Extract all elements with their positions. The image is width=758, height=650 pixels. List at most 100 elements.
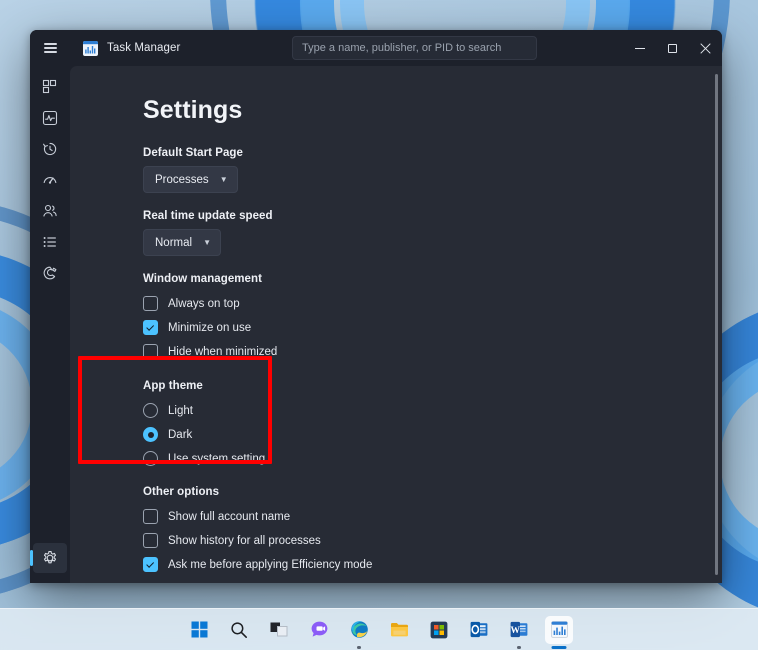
checkbox-show-history-all-processes[interactable]: Show history for all processes bbox=[143, 529, 722, 552]
checkbox-label: Show full account name bbox=[168, 511, 290, 523]
section-other-options: Other options Show full account name Sho… bbox=[143, 486, 722, 576]
page-title: Settings bbox=[143, 96, 722, 125]
task-manager-icon bbox=[551, 621, 568, 638]
radio-label: Light bbox=[168, 405, 193, 417]
close-icon bbox=[700, 43, 711, 54]
radio-theme-system[interactable]: Use system setting bbox=[143, 447, 722, 470]
checkbox-label: Always on top bbox=[168, 298, 240, 310]
radio-label: Use system setting bbox=[168, 453, 265, 465]
task-manager-icon bbox=[83, 41, 98, 56]
search-icon bbox=[230, 621, 248, 639]
task-view-icon bbox=[270, 621, 288, 638]
word-icon: W bbox=[510, 621, 528, 638]
settings-scroll-region: Settings Default Start Page Processes ▼ … bbox=[70, 66, 722, 583]
checkbox-icon[interactable] bbox=[143, 533, 158, 548]
taskbar-item-search[interactable] bbox=[225, 616, 253, 644]
svg-text:W: W bbox=[511, 626, 521, 636]
close-button[interactable] bbox=[689, 30, 722, 66]
sidebar-item-app-history[interactable] bbox=[33, 134, 67, 164]
checkbox-show-full-account-name[interactable]: Show full account name bbox=[143, 505, 722, 528]
maximize-icon bbox=[668, 44, 677, 53]
window-controls bbox=[623, 30, 722, 66]
update-speed-label: Real time update speed bbox=[143, 210, 722, 222]
sidebar-item-startup-apps[interactable] bbox=[33, 165, 67, 195]
settings-gear-icon bbox=[42, 550, 58, 566]
sidebar-item-users[interactable] bbox=[33, 196, 67, 226]
windows-start-icon bbox=[191, 621, 208, 638]
search-box[interactable] bbox=[292, 36, 537, 60]
window-titlebar: Task Manager bbox=[30, 30, 722, 66]
edge-icon bbox=[350, 620, 369, 639]
hamburger-menu-icon[interactable] bbox=[30, 30, 70, 66]
update-speed-dropdown[interactable]: Normal ▼ bbox=[143, 229, 221, 256]
radio-theme-light[interactable]: Light bbox=[143, 399, 722, 422]
radio-icon[interactable] bbox=[143, 403, 158, 418]
settings-content-area: Settings Default Start Page Processes ▼ … bbox=[70, 66, 722, 583]
checkbox-always-on-top[interactable]: Always on top bbox=[143, 292, 722, 315]
chevron-down-icon: ▼ bbox=[220, 176, 228, 184]
checkbox-label: Show history for all processes bbox=[168, 535, 321, 547]
desktop: Task Manager bbox=[0, 0, 758, 650]
task-manager-window: Task Manager bbox=[30, 30, 722, 583]
outlook-icon bbox=[470, 621, 488, 638]
checkbox-icon[interactable] bbox=[143, 557, 158, 572]
radio-label: Dark bbox=[168, 429, 192, 441]
default-start-page-label: Default Start Page bbox=[143, 147, 722, 159]
maximize-button[interactable] bbox=[656, 30, 689, 66]
minimize-button[interactable] bbox=[623, 30, 656, 66]
checkbox-icon[interactable] bbox=[143, 296, 158, 311]
details-list-icon bbox=[42, 234, 58, 250]
checkbox-icon[interactable] bbox=[143, 320, 158, 335]
app-theme-label: App theme bbox=[143, 380, 722, 392]
sidebar-item-details[interactable] bbox=[33, 227, 67, 257]
taskbar-item-edge[interactable] bbox=[345, 616, 373, 644]
checkbox-label: Hide when minimized bbox=[168, 346, 277, 358]
section-default-start-page: Default Start Page Processes ▼ bbox=[143, 147, 722, 193]
taskbar-item-word[interactable]: W bbox=[505, 616, 533, 644]
checkbox-hide-when-minimized[interactable]: Hide when minimized bbox=[143, 340, 722, 363]
chevron-down-icon: ▼ bbox=[203, 239, 211, 247]
update-speed-value: Normal bbox=[155, 237, 192, 249]
chat-teams-icon bbox=[310, 620, 329, 639]
taskbar-item-microsoft-store[interactable] bbox=[425, 616, 453, 644]
sidebar-item-performance[interactable] bbox=[33, 103, 67, 133]
checkbox-ask-efficiency-mode[interactable]: Ask me before applying Efficiency mode bbox=[143, 553, 722, 576]
taskbar-item-chat[interactable] bbox=[305, 616, 333, 644]
checkbox-label: Ask me before applying Efficiency mode bbox=[168, 559, 372, 571]
sidebar-item-settings[interactable] bbox=[33, 543, 67, 573]
search-input[interactable] bbox=[292, 36, 537, 60]
navigation-sidebar bbox=[30, 66, 70, 583]
services-gear-icon bbox=[42, 265, 58, 281]
startup-gauge-icon bbox=[42, 172, 58, 188]
microsoft-store-icon bbox=[430, 621, 448, 639]
checkbox-label: Minimize on use bbox=[168, 322, 251, 334]
window-title: Task Manager bbox=[107, 42, 180, 54]
section-window-management: Window management Always on top Minimize… bbox=[143, 273, 722, 363]
taskbar-item-task-manager[interactable] bbox=[545, 616, 573, 644]
section-app-theme: App theme Light Dark Use system setting bbox=[143, 380, 722, 470]
file-explorer-icon bbox=[390, 621, 409, 638]
history-clock-icon bbox=[42, 141, 58, 157]
window-body: Settings Default Start Page Processes ▼ … bbox=[30, 66, 722, 583]
processes-grid-icon bbox=[42, 79, 58, 95]
checkbox-minimize-on-use[interactable]: Minimize on use bbox=[143, 316, 722, 339]
checkbox-icon[interactable] bbox=[143, 344, 158, 359]
taskbar-item-task-view[interactable] bbox=[265, 616, 293, 644]
radio-icon[interactable] bbox=[143, 451, 158, 466]
taskbar-item-file-explorer[interactable] bbox=[385, 616, 413, 644]
other-options-label: Other options bbox=[143, 486, 722, 498]
taskbar-item-outlook[interactable] bbox=[465, 616, 493, 644]
default-start-page-dropdown[interactable]: Processes ▼ bbox=[143, 166, 238, 193]
sidebar-item-processes[interactable] bbox=[33, 72, 67, 102]
section-update-speed: Real time update speed Normal ▼ bbox=[143, 210, 722, 256]
performance-pulse-icon bbox=[42, 110, 58, 126]
checkbox-icon[interactable] bbox=[143, 509, 158, 524]
content-scrollbar[interactable] bbox=[715, 74, 718, 575]
minimize-icon bbox=[635, 48, 645, 49]
taskbar-item-start[interactable] bbox=[185, 616, 213, 644]
radio-theme-dark[interactable]: Dark bbox=[143, 423, 722, 446]
taskbar: W bbox=[0, 608, 758, 650]
sidebar-item-services[interactable] bbox=[33, 258, 67, 288]
radio-icon[interactable] bbox=[143, 427, 158, 442]
users-people-icon bbox=[42, 203, 58, 219]
